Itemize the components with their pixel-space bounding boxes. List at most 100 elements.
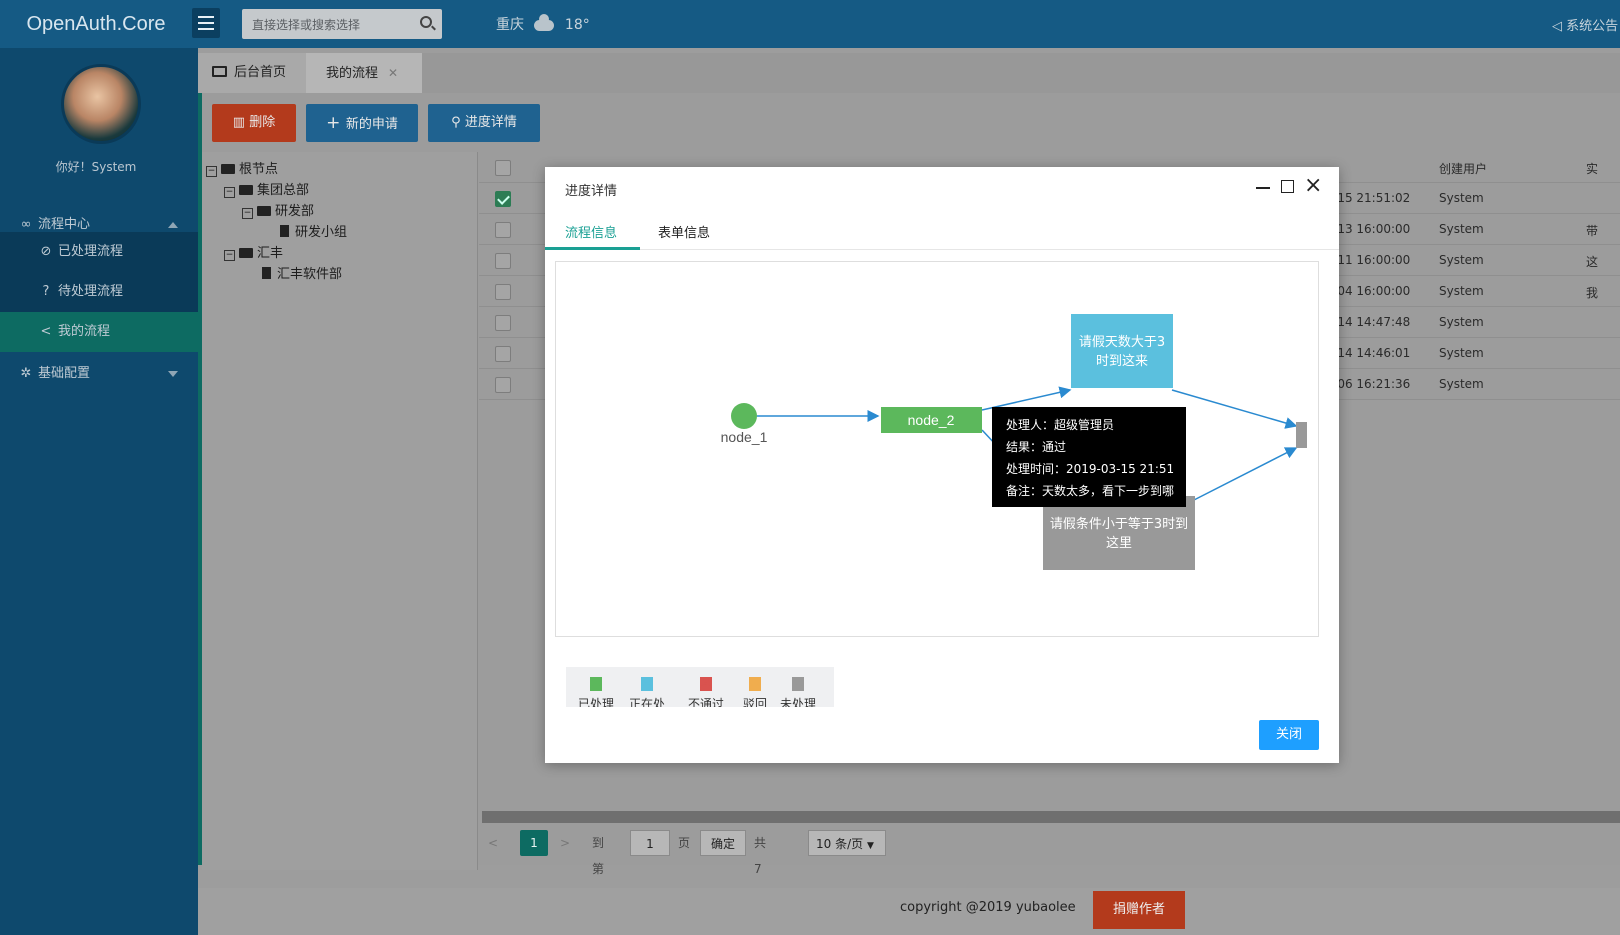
prev-page-icon[interactable]: <	[488, 830, 498, 856]
delete-label: 删除	[249, 115, 276, 130]
page-current[interactable]: 1	[520, 830, 548, 856]
weather-widget: 重庆 18°	[496, 13, 590, 34]
cell-creator: System	[1439, 377, 1484, 391]
edge-node3-end	[1171, 389, 1298, 429]
tree-node-rd-dept[interactable]: − 研发部	[242, 200, 314, 219]
page-unit-label: 页	[678, 836, 691, 850]
sidebar-item-processed[interactable]: ⊘ 已处理流程	[0, 232, 198, 272]
legend-label: 未处理	[779, 697, 816, 707]
column-header-creator[interactable]: 创建用户	[1439, 160, 1487, 177]
app-logo[interactable]: OpenAuth.Core	[0, 0, 192, 48]
caret-down-icon	[168, 371, 178, 377]
collapse-icon[interactable]: −	[206, 166, 217, 177]
cell-creator: System	[1439, 346, 1484, 360]
person-icon	[641, 677, 653, 691]
search-icon[interactable]	[420, 16, 432, 28]
tree-label: 汇丰	[257, 246, 284, 261]
cell-creator: System	[1439, 191, 1484, 205]
cell-create-time: -15 21:51:02	[1333, 191, 1411, 205]
collapse-icon[interactable]: −	[224, 250, 235, 261]
progress-detail-button[interactable]: ⚲ 进度详情	[428, 104, 540, 142]
next-page-icon[interactable]: >	[560, 830, 570, 856]
end-node-box	[1296, 422, 1307, 448]
file-icon	[280, 225, 289, 237]
delete-button[interactable]: ▥ 删除	[212, 104, 296, 142]
node-3-box	[1071, 314, 1173, 388]
cell-extra: 带	[1586, 224, 1599, 238]
tooltip-remark: 备注：天数太多，看下一步到哪	[1006, 483, 1174, 498]
cell-create-time: -04 16:00:00	[1333, 284, 1411, 298]
sidebar-item-my-flow[interactable]: < 我的流程	[0, 312, 198, 352]
horizontal-scrollbar[interactable]	[482, 811, 1620, 823]
sidebar-item-pending[interactable]: ? 待处理流程	[0, 272, 198, 312]
user-greeting: 你好！System	[55, 160, 137, 174]
tab-label: 我的流程	[326, 66, 379, 81]
minimize-icon[interactable]	[1256, 187, 1270, 189]
row-checkbox[interactable]	[495, 315, 511, 331]
node-1-label: node_1	[721, 429, 768, 445]
tree-node-rd-team[interactable]: 研发小组	[280, 221, 347, 240]
gear-icon: ✲	[20, 366, 32, 381]
row-checkbox[interactable]	[495, 222, 511, 238]
collapse-icon[interactable]: −	[242, 208, 253, 219]
donate-button[interactable]: 捐赠作者	[1093, 891, 1185, 929]
status-legend: 已处理 正在处理 不通过 驳回 未处理	[566, 667, 834, 707]
progress-detail-dialog: 进度详情 × 流程信息 表单信息 node_1 node_2 请假天数大于3 时…	[545, 167, 1339, 763]
search-placeholder: 直接选择或搜索选择	[252, 18, 361, 32]
page-size-select[interactable]: 10 条/页 ▼	[808, 830, 886, 856]
question-icon: ?	[42, 284, 50, 299]
row-checkbox[interactable]	[495, 191, 511, 207]
sidebar-group-label: 流程中心	[38, 217, 91, 232]
folder-icon	[239, 185, 253, 195]
goto-page-input[interactable]: 1	[630, 830, 670, 856]
collapse-icon[interactable]: −	[224, 187, 235, 198]
menu-toggle-icon[interactable]	[192, 8, 220, 38]
row-checkbox[interactable]	[495, 253, 511, 269]
tab-home[interactable]: 后台首页	[198, 53, 306, 93]
row-checkbox[interactable]	[495, 284, 511, 300]
caret-up-icon	[168, 222, 178, 228]
close-icon[interactable]: ✕	[388, 66, 398, 80]
person-icon	[700, 677, 712, 691]
tree-label: 研发部	[275, 204, 315, 219]
cell-create-time: -11 16:00:00	[1333, 253, 1411, 267]
node-4-line2: 这里	[1106, 535, 1132, 551]
node-4-box	[1043, 496, 1195, 570]
tree-node-group-hq[interactable]: − 集团总部	[224, 179, 309, 198]
avatar[interactable]	[61, 64, 141, 144]
cell-create-time: -13 16:00:00	[1333, 222, 1411, 236]
tree-node-huifeng[interactable]: − 汇丰	[224, 242, 283, 261]
search-icon: ⚲	[451, 115, 465, 130]
monitor-icon	[212, 66, 227, 77]
speaker-icon: ◁	[1552, 19, 1562, 34]
menu-search-input[interactable]: 直接选择或搜索选择	[242, 9, 442, 39]
dropdown-arrow-icon: ▼	[866, 841, 874, 851]
legend-item: 正在处理	[624, 677, 670, 707]
tree-node-root[interactable]: − 根节点	[206, 158, 278, 177]
select-all-checkbox[interactable]	[495, 160, 511, 176]
system-notice-link[interactable]: ◁ 系统公告	[1552, 15, 1618, 34]
person-icon	[749, 677, 761, 691]
tree-label: 研发小组	[295, 225, 348, 240]
row-checkbox[interactable]	[495, 346, 511, 362]
folder-icon	[257, 206, 271, 216]
legend-item: 已处理	[573, 677, 619, 707]
tab-form-info[interactable]: 表单信息	[658, 222, 710, 241]
legend-label: 正在处理	[628, 697, 665, 707]
tab-flow-info[interactable]: 流程信息	[565, 222, 617, 241]
close-button[interactable]: 关闭	[1259, 720, 1319, 750]
maximize-icon[interactable]	[1281, 180, 1294, 193]
goto-confirm-button[interactable]: 确定	[700, 830, 746, 856]
legend-label: 不通过	[687, 697, 724, 707]
sidebar-group-basic-config[interactable]: ✲ 基础配置	[0, 354, 198, 394]
new-request-button[interactable]: + 新的申请	[306, 104, 418, 142]
tree-node-huifeng-soft[interactable]: 汇丰软件部	[262, 263, 342, 282]
close-icon[interactable]: ×	[1304, 173, 1322, 199]
cell-create-time: -06 16:21:36	[1333, 377, 1411, 391]
column-header-extra[interactable]: 实	[1586, 160, 1598, 177]
goto-label: 到第	[592, 836, 605, 876]
tree-label: 汇丰软件部	[277, 267, 343, 282]
tab-my-flow[interactable]: 我的流程 ✕	[306, 53, 422, 93]
row-checkbox[interactable]	[495, 377, 511, 393]
folder-icon	[221, 164, 235, 174]
